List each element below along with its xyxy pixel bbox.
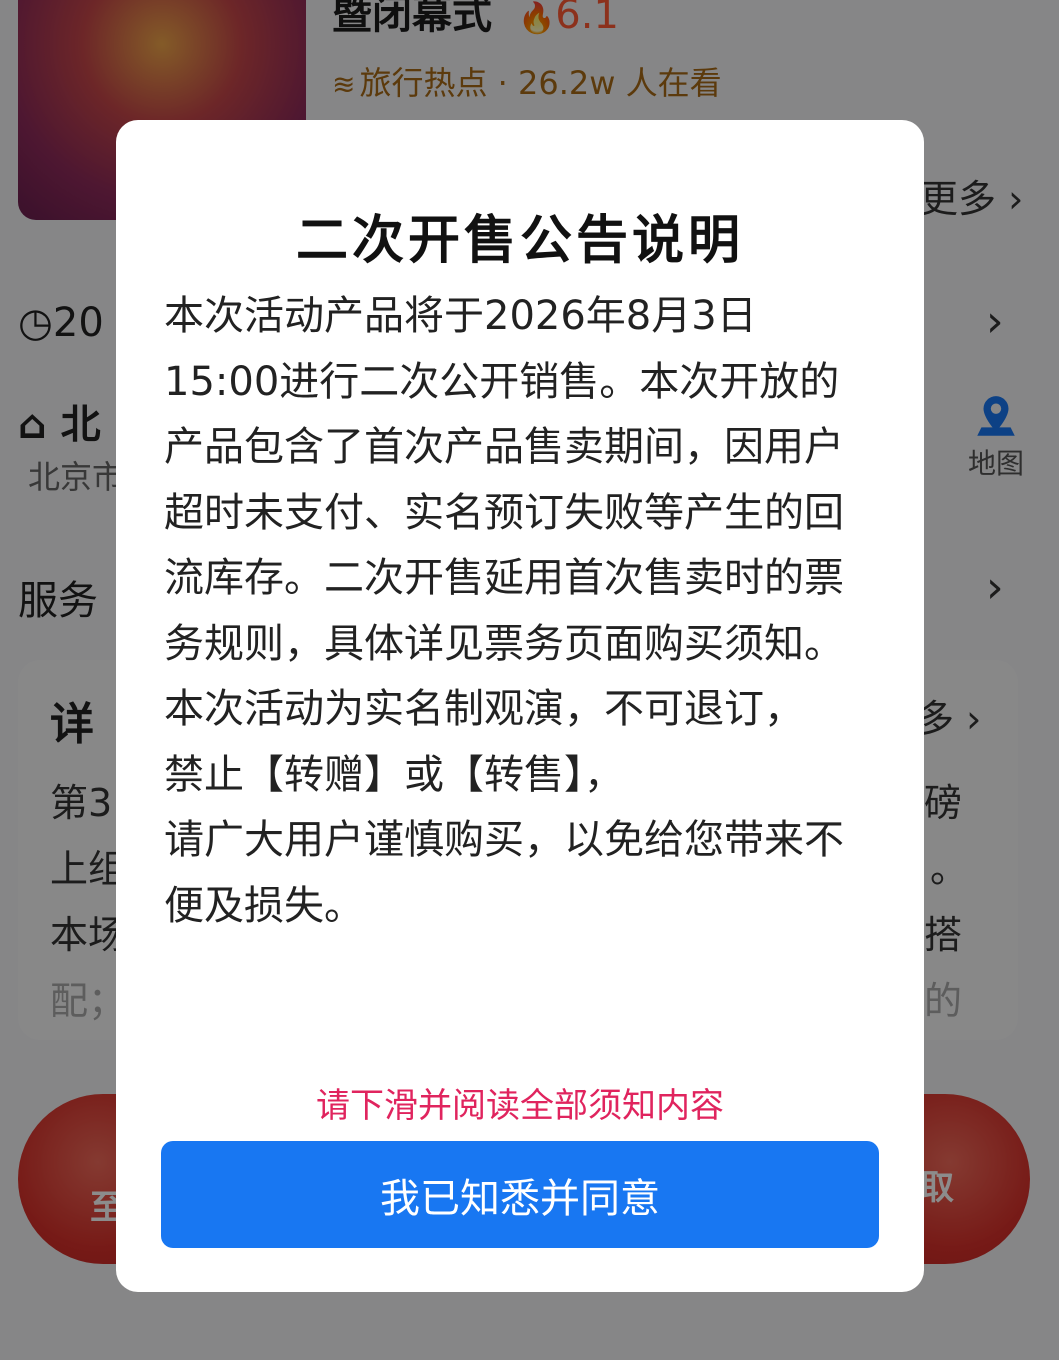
dialog-title: 二次开售公告说明 <box>295 211 744 271</box>
dialog-paragraph: 本次活动产品将于2026年8月3日15:00进行二次公开销售。本次开放的产品包含… <box>164 293 844 667</box>
dialog-body[interactable]: 本次活动产品将于2026年8月3日15:00进行二次公开销售。本次开放的产品包含… <box>164 284 864 939</box>
announcement-dialog: 二次开售公告说明 本次活动产品将于2026年8月3日15:00进行二次公开销售。… <box>116 120 924 1292</box>
dialog-paragraph: 本次活动为实名制观演，不可退订， <box>164 686 804 732</box>
scroll-hint: 请下滑并阅读全部须知内容 <box>316 1086 724 1126</box>
dialog-paragraph: 请广大用户谨慎购买，以免给您带来不便及损失。 <box>164 817 844 929</box>
agree-button[interactable]: 我已知悉并同意 <box>161 1141 879 1248</box>
dialog-paragraph: 禁止【转赠】或【转售】， <box>164 751 624 798</box>
